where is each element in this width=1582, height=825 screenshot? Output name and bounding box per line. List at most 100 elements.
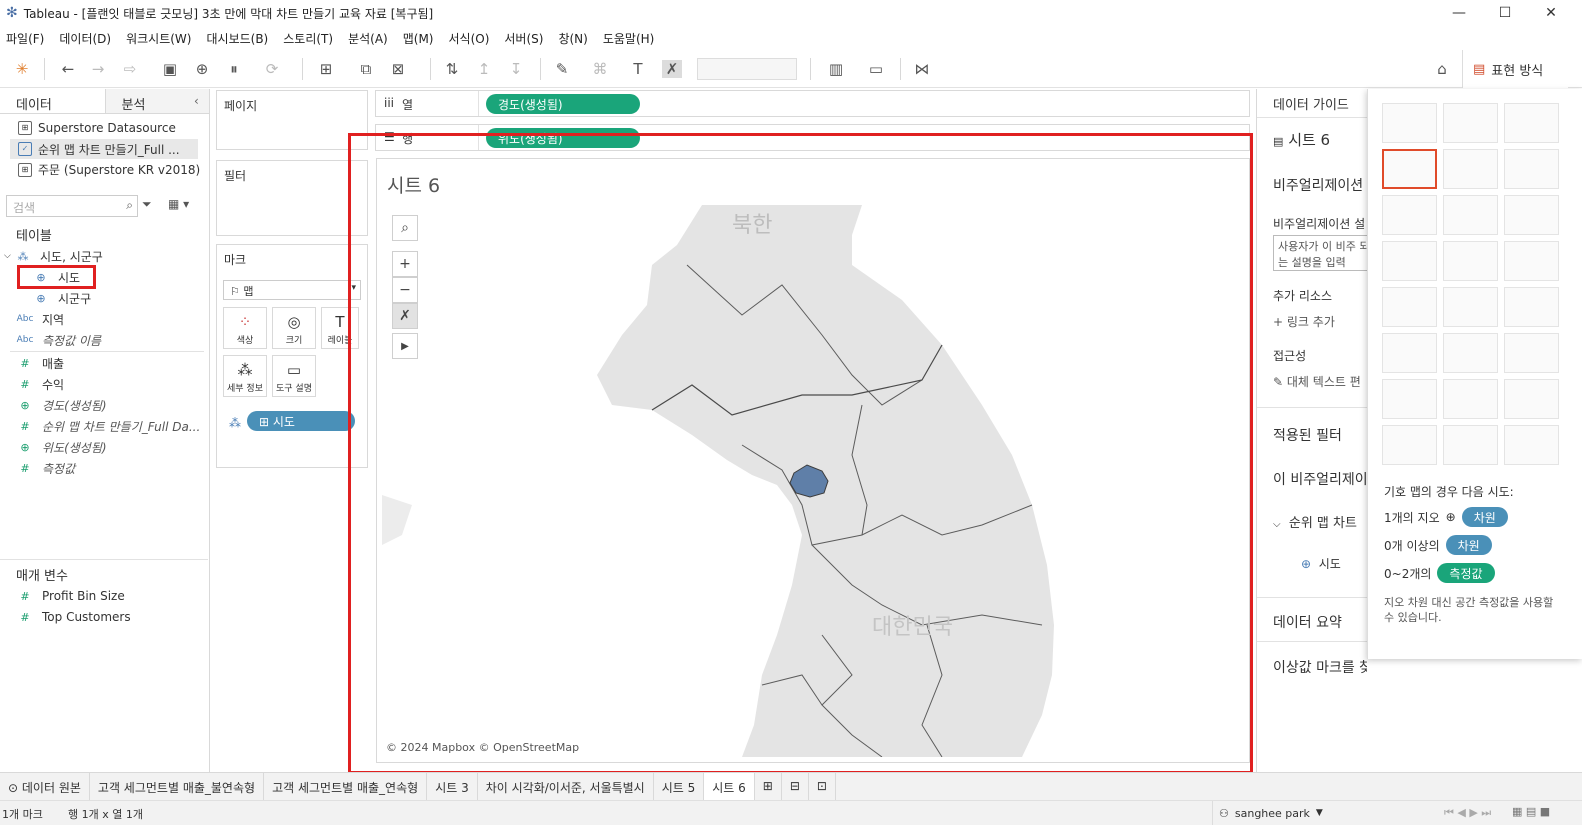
replay-icon[interactable]: ⇨ [120, 60, 140, 78]
field-item[interactable]: Abc 측정값 이름 [0, 330, 208, 350]
thumb-symbol-map[interactable] [1382, 149, 1437, 189]
new-datasource-icon[interactable]: ⊕ [192, 60, 212, 78]
thumb-treemap[interactable] [1382, 241, 1437, 281]
redo-icon[interactable]: → [88, 60, 108, 78]
new-story-icon[interactable]: ⊡ [809, 772, 836, 801]
presentation-icon[interactable]: ▭ [866, 60, 886, 78]
maximize-button[interactable]: ☐ [1482, 0, 1528, 26]
pages-card[interactable]: 페이지 [216, 90, 368, 150]
thumb-histogram[interactable] [1443, 379, 1498, 419]
menu-server[interactable]: 서버(S) [504, 30, 543, 47]
sort-desc-icon[interactable]: ↧ [506, 60, 526, 78]
sheet-tab-active[interactable]: 시트 6 [704, 772, 755, 801]
fix-axes-icon[interactable]: ✗ [662, 60, 682, 78]
tooltip-button[interactable]: ▭ 도구 설명 [272, 355, 316, 397]
thumb-packed-bubbles[interactable] [1504, 425, 1559, 465]
menu-format[interactable]: 서식(O) [449, 30, 490, 47]
thumb-circle-views[interactable] [1443, 241, 1498, 281]
thumb-box-whisker[interactable] [1504, 379, 1559, 419]
menu-file[interactable]: 파일(F) [6, 30, 44, 47]
sheet-title[interactable]: 시트 6 [387, 171, 440, 198]
grid-view-icon[interactable]: ▦ ▤ ■ [1512, 805, 1550, 818]
menu-data[interactable]: 데이터(D) [59, 30, 111, 47]
thumb-lines-continuous[interactable] [1382, 287, 1437, 327]
menu-dashboard[interactable]: 대시보드(B) [206, 30, 268, 47]
sheet-tab[interactable]: 고객 세그먼트별 매출_불연속형 [90, 772, 265, 801]
size-button[interactable]: ◎ 크기 [272, 307, 316, 349]
color-button[interactable]: ⁘ 색상 [223, 307, 267, 349]
thumb-horizontal-bars[interactable] [1382, 195, 1437, 235]
field-item[interactable]: # 측정값 [0, 458, 208, 478]
thumb-side-by-side-circles[interactable] [1504, 241, 1559, 281]
close-button[interactable]: ✕ [1528, 0, 1574, 26]
new-worksheet-icon[interactable]: ⊞ [316, 60, 336, 78]
thumb-scatter-plot[interactable] [1382, 379, 1437, 419]
field-item[interactable]: Abc 지역 [0, 309, 208, 329]
thumb-pie-chart[interactable] [1504, 149, 1559, 189]
guide-tree-field[interactable]: ⊕ 시도 [1301, 555, 1341, 572]
menu-window[interactable]: 창(N) [558, 30, 587, 47]
menu-worksheet[interactable]: 워크시트(W) [126, 30, 191, 47]
field-item[interactable]: ⊕ 시군구 [0, 288, 208, 308]
filter-icon[interactable]: ⏷ [142, 197, 152, 212]
pin-icon[interactable]: ⌂ [1432, 60, 1452, 78]
pause-updates-icon[interactable]: ⏸ [224, 60, 244, 78]
viz-description-input[interactable]: 사용자가 이 비주 되는 설명을 입력 [1273, 235, 1367, 271]
thumb-stacked-bars[interactable] [1443, 195, 1498, 235]
thumb-filled-map[interactable] [1443, 149, 1498, 189]
tableau-start-icon[interactable]: ✳ [12, 60, 32, 78]
columns-shelf[interactable]: iii 열 경도(생성됨) [375, 90, 1250, 117]
fit-dropdown[interactable] [697, 58, 797, 80]
label-button[interactable]: T 레이블 [321, 307, 359, 349]
guide-tree-item[interactable]: ⌵ 순위 맵 차트 [1273, 512, 1357, 531]
sort-asc-icon[interactable]: ↥ [474, 60, 494, 78]
show-me-button[interactable]: ▤ 표현 방식 [1462, 50, 1568, 88]
data-guide-tab[interactable]: 데이터 가이드 [1273, 94, 1349, 113]
sheet-tab[interactable]: 시트 3 [427, 772, 478, 801]
save-icon[interactable]: ▣ [160, 60, 180, 78]
refresh-icon[interactable]: ⟳ [262, 60, 282, 78]
swap-icon[interactable]: ⇅ [442, 60, 462, 78]
zoom-in-icon[interactable]: + [392, 251, 418, 277]
rows-pill-latitude[interactable]: 위도(생성됨) [486, 128, 640, 148]
map-search-icon[interactable]: ⌕ [392, 215, 418, 241]
highlight-icon[interactable]: ✎ [552, 60, 572, 78]
sheet-tab[interactable]: 고객 세그먼트별 매출_연속형 [264, 772, 428, 801]
clear-sheet-icon[interactable]: ⊠ [388, 60, 408, 78]
sheet-tab[interactable]: 차이 시각화/이서준, 서울특별시 [478, 772, 654, 801]
thumb-side-by-side-bars[interactable] [1504, 195, 1559, 235]
map-canvas[interactable]: 북한 대한민국 © 2024 Mapbox © OpenStreetMap ⌕ … [382, 205, 1244, 757]
param-item[interactable]: # Top Customers [0, 607, 208, 627]
alt-text-button[interactable]: ✎ 대체 텍스트 편 [1273, 373, 1361, 390]
thumb-lines-discrete[interactable] [1443, 287, 1498, 327]
collapse-icon[interactable]: ‹ [194, 94, 199, 108]
datasource-item-active[interactable]: ✓ 순위 맵 차트 만들기_Full ... [10, 139, 198, 159]
filters-card[interactable]: 필터 [216, 160, 368, 236]
duplicate-sheet-icon[interactable]: ⧉ [356, 60, 376, 78]
reset-map-icon[interactable]: ✗ [392, 303, 418, 329]
tab-data-source[interactable]: ⊙ 데이터 원본 [0, 772, 90, 801]
cards-icon[interactable]: ▥ [826, 60, 846, 78]
share-icon[interactable]: ⋈ [912, 60, 932, 78]
columns-pill-longitude[interactable]: 경도(생성됨) [486, 94, 640, 114]
thumb-bullet-graph[interactable] [1443, 425, 1498, 465]
field-item[interactable]: # 수익 [0, 374, 208, 394]
undo-icon[interactable]: ← [58, 60, 78, 78]
user-menu[interactable]: ⚇ sanghee park ▼ [1212, 801, 1336, 825]
thumb-area-discrete[interactable] [1443, 333, 1498, 373]
menu-analysis[interactable]: 분석(A) [348, 30, 388, 47]
thumb-gantt[interactable] [1382, 425, 1437, 465]
detail-button[interactable]: ⁂ 세부 정보 [223, 355, 267, 397]
datasource-item[interactable]: ⊞ 주문 (Superstore KR v2018) [18, 161, 200, 178]
menu-story[interactable]: 스토리(T) [283, 30, 333, 47]
new-dashboard-icon[interactable]: ⊟ [782, 772, 809, 801]
thumb-area-continuous[interactable] [1382, 333, 1437, 373]
show-labels-icon[interactable]: T [628, 60, 648, 78]
new-worksheet-icon[interactable]: ⊞ [755, 772, 782, 801]
search-input[interactable]: 검색 ⌕ [6, 195, 138, 217]
thumb-dual-combination[interactable] [1504, 333, 1559, 373]
menu-map[interactable]: 맵(M) [403, 30, 434, 47]
thumb-dual-lines[interactable] [1504, 287, 1559, 327]
add-link-button[interactable]: + 링크 추가 [1273, 313, 1335, 330]
sheet-nav-icon[interactable]: ⏮ ◀ ▶ ⏭ [1444, 806, 1491, 820]
